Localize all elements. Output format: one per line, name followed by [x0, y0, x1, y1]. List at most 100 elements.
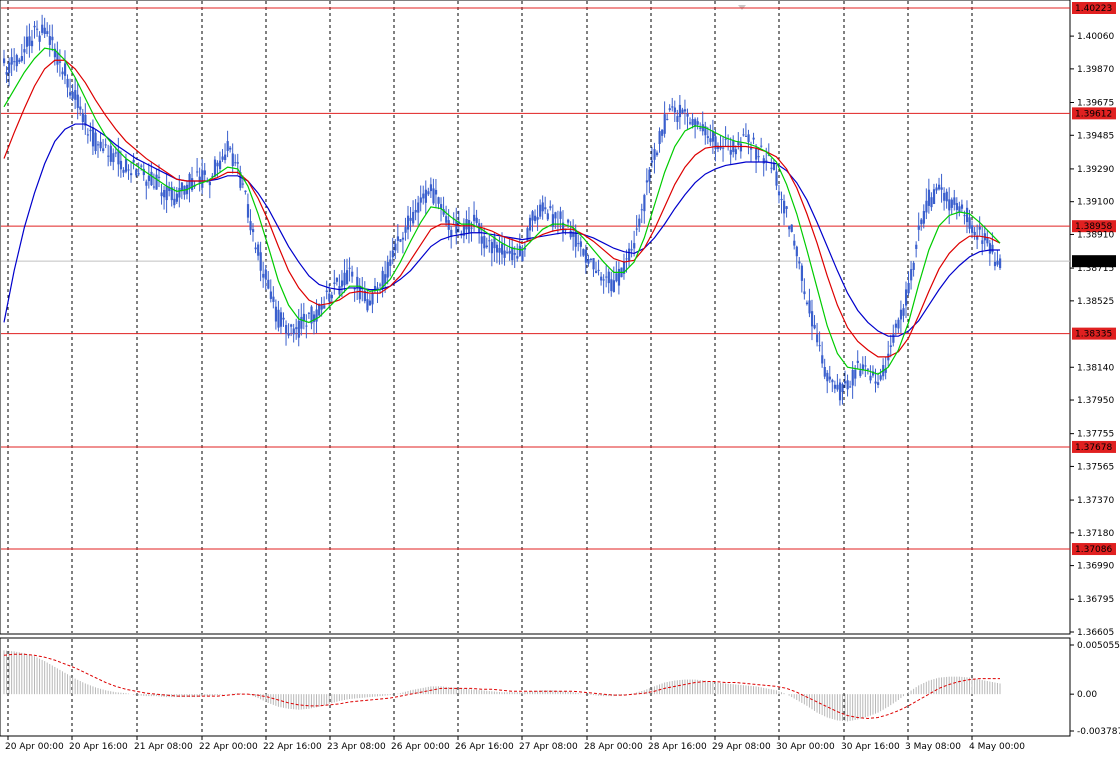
- candle-body: [274, 306, 278, 322]
- candle-body: [584, 249, 588, 263]
- candle-body: [343, 272, 346, 286]
- candle-body: [475, 217, 478, 223]
- candle-body: [755, 147, 758, 160]
- price-chart[interactable]: 1.40223 1.39612 1.38958 1.38335 1.37678 1.370…: [0, 0, 1120, 758]
- candle-body: [866, 368, 870, 370]
- osc-tick-label: -0.003787: [1077, 727, 1120, 737]
- osc-tick-label: 0.005055: [1077, 641, 1120, 651]
- candle-body: [391, 250, 394, 258]
- candle-body: [396, 236, 400, 241]
- candle-body: [218, 160, 222, 170]
- candle-body: [25, 36, 29, 47]
- candle-body: [445, 216, 448, 223]
- candle-body: [915, 244, 918, 249]
- chart-canvas[interactable]: 1.402231.396121.389581.383351.376781.370…: [0, 0, 1120, 758]
- candle-body: [252, 229, 255, 233]
- candle-body: [810, 311, 814, 327]
- candle-body: [257, 244, 260, 256]
- candle-body: [744, 135, 748, 137]
- candle-body: [899, 309, 903, 320]
- candle-body: [38, 35, 41, 42]
- candle-body: [648, 169, 651, 182]
- candle-body: [681, 109, 684, 113]
- candle-body: [539, 204, 542, 217]
- candle-body: [135, 169, 138, 176]
- candle-body: [366, 299, 369, 311]
- candle-body: [422, 193, 425, 199]
- candle-body: [569, 230, 572, 238]
- candle-body: [602, 279, 605, 281]
- candle-body: [79, 106, 82, 110]
- candle-body: [216, 162, 219, 167]
- candle-body: [119, 160, 123, 170]
- candle-body: [549, 206, 552, 209]
- candle-body: [805, 302, 809, 305]
- price-tick-label: 1.39870: [1077, 65, 1114, 75]
- candle-body: [338, 286, 341, 295]
- time-tick-label: 21 Apr 08:00: [134, 742, 193, 752]
- candle-body: [277, 309, 280, 328]
- candle-body: [58, 61, 62, 63]
- price-tick-label: 1.39675: [1077, 99, 1114, 109]
- level-price-label: 1.40223: [1075, 4, 1112, 14]
- candle-body: [94, 132, 97, 152]
- time-tick-label: 26 Apr 16:00: [455, 742, 514, 752]
- candle-body: [340, 280, 344, 287]
- candle-body: [922, 211, 925, 224]
- candle-body: [495, 244, 499, 253]
- candle-body: [300, 316, 303, 329]
- candle-body: [856, 360, 859, 364]
- candle-body: [999, 258, 1002, 269]
- candle-body: [521, 250, 524, 262]
- candle-body: [325, 290, 328, 292]
- candle-body: [353, 288, 356, 290]
- candle-body: [226, 141, 229, 151]
- candle-body: [854, 369, 857, 379]
- candle-body: [409, 217, 412, 221]
- time-tick-label: 26 Apr 00:00: [391, 742, 450, 752]
- candle-body: [74, 90, 77, 100]
- candle-body: [178, 187, 181, 198]
- candle-body: [165, 185, 168, 201]
- candle-body: [102, 148, 105, 152]
- candle-body: [417, 202, 420, 213]
- candle-body: [559, 211, 562, 219]
- candle-body: [678, 104, 682, 118]
- candle-body: [61, 71, 64, 75]
- candle-body: [480, 236, 483, 244]
- candle-body: [798, 261, 801, 264]
- candle-body: [643, 195, 646, 212]
- price-tick-label: 1.39485: [1077, 131, 1114, 141]
- candle-body: [628, 248, 631, 261]
- candle-body: [386, 262, 389, 278]
- candle-body: [483, 236, 486, 249]
- candle-body: [109, 145, 112, 162]
- candle-body: [401, 237, 405, 240]
- candle-body: [546, 213, 549, 220]
- candle-body: [536, 217, 539, 220]
- candle-body: [945, 191, 948, 202]
- candle-body: [645, 180, 649, 183]
- price-tick-label: 1.40060: [1077, 32, 1114, 42]
- candle-body: [930, 197, 933, 208]
- candle-body: [640, 209, 643, 211]
- candle-body: [412, 211, 415, 224]
- candle-body: [506, 251, 509, 253]
- candle-body: [971, 225, 974, 233]
- candle-body: [41, 24, 44, 33]
- candle-body: [201, 170, 204, 188]
- time-tick-label: 30 Apr 16:00: [841, 742, 900, 752]
- time-tick-label: 22 Apr 00:00: [199, 742, 258, 752]
- candle-body: [244, 190, 247, 193]
- candle-body: [633, 243, 636, 249]
- candle-body: [501, 243, 504, 255]
- candle-body: [785, 206, 788, 209]
- candle-body: [953, 197, 956, 205]
- candle-body: [333, 282, 336, 285]
- candle-body: [307, 312, 311, 314]
- candle-body: [488, 240, 491, 242]
- candle-body: [447, 220, 450, 230]
- candle-body: [320, 305, 323, 310]
- candle-body: [752, 137, 755, 140]
- candle-body: [600, 276, 603, 281]
